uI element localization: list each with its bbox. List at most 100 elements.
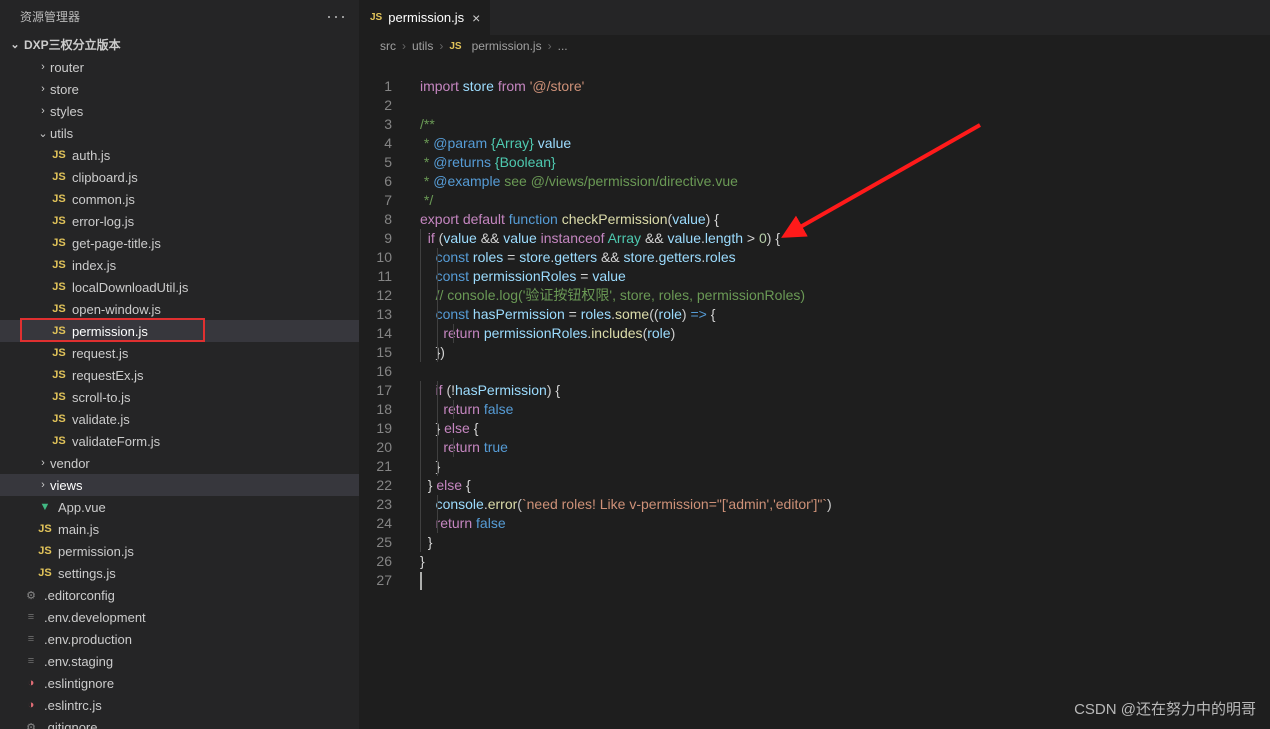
file-scroll-to-js[interactable]: JSscroll-to.js bbox=[0, 386, 359, 408]
line-number: 13 bbox=[360, 305, 392, 324]
file--env-staging[interactable]: ≡.env.staging bbox=[0, 650, 359, 672]
line-number: 23 bbox=[360, 495, 392, 514]
file-permission-js[interactable]: JSpermission.js bbox=[0, 320, 359, 342]
file--env-development[interactable]: ≡.env.development bbox=[0, 606, 359, 628]
file-App-vue[interactable]: ▼App.vue bbox=[0, 496, 359, 518]
file-auth-js[interactable]: JSauth.js bbox=[0, 144, 359, 166]
file-tree[interactable]: router store styles utilsJSauth.jsJSclipboa… bbox=[0, 56, 359, 729]
file-get-page-title-js[interactable]: JSget-page-title.js bbox=[0, 232, 359, 254]
tree-item-label: .gitignore bbox=[44, 720, 97, 729]
code-line[interactable]: const hasPermission = roles.some((role) … bbox=[420, 305, 1270, 324]
tree-item-label: requestEx.js bbox=[72, 368, 144, 383]
tab-permission-js[interactable]: JS permission.js × bbox=[360, 0, 491, 35]
folder-store[interactable]: store bbox=[0, 78, 359, 100]
code-line[interactable]: } else { bbox=[420, 419, 1270, 438]
file-localDownloadUtil-js[interactable]: JSlocalDownloadUtil.js bbox=[0, 276, 359, 298]
line-number: 25 bbox=[360, 533, 392, 552]
file--eslintignore[interactable]: ◑.eslintignore bbox=[0, 672, 359, 694]
chevron-icon bbox=[36, 105, 50, 117]
code-line[interactable]: * @returns {Boolean} bbox=[420, 153, 1270, 172]
chevron-icon bbox=[36, 457, 50, 469]
tree-item-label: auth.js bbox=[72, 148, 110, 163]
code-content[interactable]: import store from '@/store' /** * @param… bbox=[420, 77, 1270, 590]
more-icon[interactable]: ··· bbox=[326, 6, 347, 27]
file-permission-js[interactable]: JSpermission.js bbox=[0, 540, 359, 562]
close-icon[interactable]: × bbox=[472, 10, 480, 26]
tree-item-label: permission.js bbox=[58, 544, 134, 559]
file-request-js[interactable]: JSrequest.js bbox=[0, 342, 359, 364]
file--gitignore[interactable]: ⚙.gitignore bbox=[0, 716, 359, 729]
code-line[interactable]: console.error(`need roles! Like v-permis… bbox=[420, 495, 1270, 514]
line-number: 19 bbox=[360, 419, 392, 438]
tree-item-label: main.js bbox=[58, 522, 99, 537]
code-line[interactable]: /** bbox=[420, 115, 1270, 134]
folder-views[interactable]: views bbox=[0, 474, 359, 496]
line-number: 6 bbox=[360, 172, 392, 191]
code-line[interactable]: } bbox=[420, 552, 1270, 571]
code-line[interactable]: * @example see @/views/permission/direct… bbox=[420, 172, 1270, 191]
folder-utils[interactable]: utils bbox=[0, 122, 359, 144]
breadcrumb[interactable]: src›utils›JSpermission.js›... bbox=[360, 35, 1270, 57]
tree-item-label: error-log.js bbox=[72, 214, 134, 229]
code-line[interactable]: } else { bbox=[420, 476, 1270, 495]
file-index-js[interactable]: JSindex.js bbox=[0, 254, 359, 276]
tree-item-label: get-page-title.js bbox=[72, 236, 161, 251]
file-main-js[interactable]: JSmain.js bbox=[0, 518, 359, 540]
line-number: 18 bbox=[360, 400, 392, 419]
file-clipboard-js[interactable]: JSclipboard.js bbox=[0, 166, 359, 188]
code-line[interactable]: } bbox=[420, 457, 1270, 476]
line-number: 4 bbox=[360, 134, 392, 153]
file-validate-js[interactable]: JSvalidate.js bbox=[0, 408, 359, 430]
tree-item-label: .editorconfig bbox=[44, 588, 115, 603]
breadcrumb-item[interactable]: permission.js bbox=[472, 39, 542, 53]
js-icon: JS bbox=[370, 12, 382, 23]
code-line[interactable]: import store from '@/store' bbox=[420, 77, 1270, 96]
tree-item-label: .env.development bbox=[44, 610, 146, 625]
code-line[interactable]: // console.log('验证按钮权限', store, roles, p… bbox=[420, 286, 1270, 305]
file-error-log-js[interactable]: JSerror-log.js bbox=[0, 210, 359, 232]
file-open-window-js[interactable]: JSopen-window.js bbox=[0, 298, 359, 320]
project-root-label: DXP三权分立版本 bbox=[24, 36, 121, 53]
chevron-icon bbox=[36, 479, 50, 491]
code-line[interactable] bbox=[420, 96, 1270, 115]
code-line[interactable]: }) bbox=[420, 343, 1270, 362]
code-line[interactable]: if (!hasPermission) { bbox=[420, 381, 1270, 400]
code-line[interactable]: return true bbox=[420, 438, 1270, 457]
code-line[interactable]: if (value && value instanceof Array && v… bbox=[420, 229, 1270, 248]
file-settings-js[interactable]: JSsettings.js bbox=[0, 562, 359, 584]
code-line[interactable]: const permissionRoles = value bbox=[420, 267, 1270, 286]
file--eslintrc-js[interactable]: ◑.eslintrc.js bbox=[0, 694, 359, 716]
breadcrumb-item[interactable]: src bbox=[380, 39, 396, 53]
code-line[interactable]: export default function checkPermission(… bbox=[420, 210, 1270, 229]
code-line[interactable]: */ bbox=[420, 191, 1270, 210]
code-line[interactable]: } bbox=[420, 533, 1270, 552]
tree-item-label: clipboard.js bbox=[72, 170, 138, 185]
tree-item-label: store bbox=[50, 82, 79, 97]
code-line[interactable] bbox=[420, 571, 1270, 590]
file--env-production[interactable]: ≡.env.production bbox=[0, 628, 359, 650]
code-editor[interactable]: 1234567891011121314151617181920212223242… bbox=[360, 57, 1270, 729]
breadcrumb-item[interactable]: utils bbox=[412, 39, 433, 53]
file-common-js[interactable]: JScommon.js bbox=[0, 188, 359, 210]
tree-item-label: .env.production bbox=[44, 632, 132, 647]
tree-item-label: .env.staging bbox=[44, 654, 113, 669]
tree-item-label: styles bbox=[50, 104, 83, 119]
code-line[interactable]: * @param {Array} value bbox=[420, 134, 1270, 153]
folder-styles[interactable]: styles bbox=[0, 100, 359, 122]
file--editorconfig[interactable]: ⚙.editorconfig bbox=[0, 584, 359, 606]
line-number: 2 bbox=[360, 96, 392, 115]
breadcrumb-separator: › bbox=[548, 39, 552, 53]
code-line[interactable]: return permissionRoles.includes(role) bbox=[420, 324, 1270, 343]
file-validateForm-js[interactable]: JSvalidateForm.js bbox=[0, 430, 359, 452]
project-root[interactable]: ⌄ DXP三权分立版本 bbox=[0, 33, 359, 56]
folder-vendor[interactable]: vendor bbox=[0, 452, 359, 474]
tree-item-label: open-window.js bbox=[72, 302, 161, 317]
code-line[interactable]: return false bbox=[420, 514, 1270, 533]
breadcrumb-item[interactable]: ... bbox=[558, 39, 568, 53]
code-line[interactable] bbox=[420, 362, 1270, 381]
file-requestEx-js[interactable]: JSrequestEx.js bbox=[0, 364, 359, 386]
code-line[interactable]: const roles = store.getters && store.get… bbox=[420, 248, 1270, 267]
code-line[interactable]: return false bbox=[420, 400, 1270, 419]
breadcrumb-separator: › bbox=[439, 39, 443, 53]
folder-router[interactable]: router bbox=[0, 56, 359, 78]
